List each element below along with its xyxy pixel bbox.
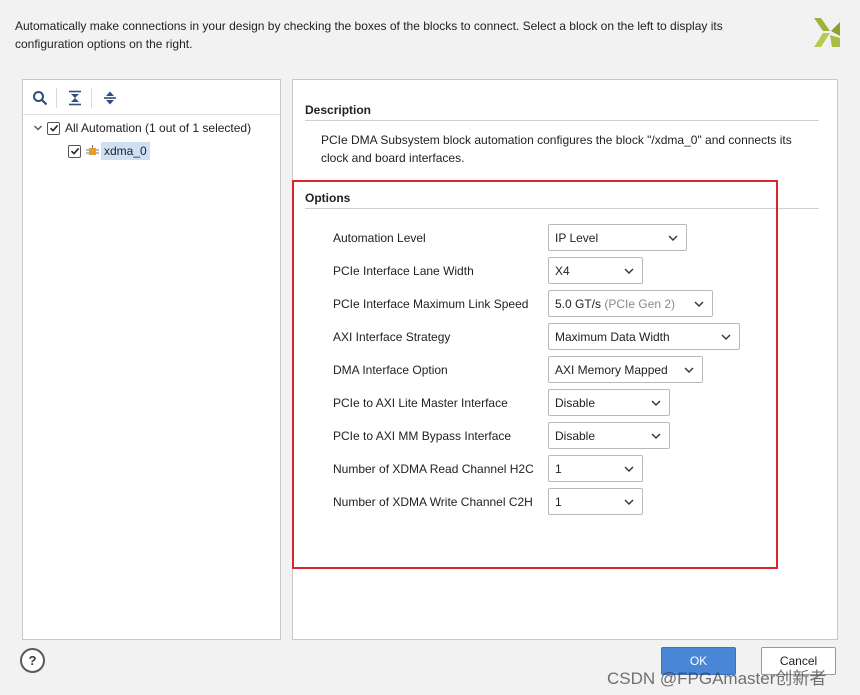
tree-item-all-automation[interactable]: All Automation (1 out of 1 selected) [31,118,251,138]
write-channel-c2h-value: 1 [555,494,562,509]
read-channel-h2c-value: 1 [555,461,562,476]
axi-mm-bypass-dropdown[interactable]: Disable [548,422,670,449]
option-label-write-channel-c2h: Number of XDMA Write Channel C2H [333,495,533,509]
tree-item-xdma-0[interactable]: xdma_0 [68,141,150,161]
configuration-panel: Description PCIe DMA Subsystem block aut… [292,79,838,640]
dma-interface-value: AXI Memory Mapped [555,362,668,377]
read-channel-h2c-dropdown[interactable]: 1 [548,455,643,482]
automation-level-value: IP Level [555,230,599,245]
intro-text: Automatically make connections in your d… [15,19,723,51]
link-speed-dropdown[interactable]: 5.0 GT/s (PCIe Gen 2) [548,290,713,317]
option-label-read-channel-h2c: Number of XDMA Read Channel H2C [333,462,534,476]
axi-strategy-dropdown[interactable]: Maximum Data Width [548,323,740,350]
xdma-0-label: xdma_0 [101,142,150,160]
xilinx-logo-icon [814,18,840,47]
chevron-down-icon [643,399,669,407]
axi-strategy-value: Maximum Data Width [555,329,670,344]
description-title: Description [305,103,372,117]
ip-block-icon [86,144,99,155]
chevron-down-icon [676,366,702,374]
search-button[interactable] [30,88,50,108]
axi-mm-bypass-value: Disable [555,428,596,443]
chevron-down-icon [713,333,739,341]
chevron-down-icon[interactable] [31,121,45,135]
checkmark-icon [70,147,79,155]
automation-tree-panel: All Automation (1 out of 1 selected) xdm… [22,79,281,640]
help-button[interactable]: ? [20,648,45,673]
option-label-axi-strategy: AXI Interface Strategy [333,330,451,344]
collapse-all-icon [69,90,81,106]
watermark-text: CSDN @FPGAmaster创新者 [607,669,827,688]
lane-width-value: X4 [555,263,570,278]
option-label-lane-width: PCIe Interface Lane Width [333,264,474,278]
all-automation-checkbox[interactable] [47,121,60,135]
automation-level-dropdown[interactable]: IP Level [548,224,687,251]
all-automation-label: All Automation (1 out of 1 selected) [65,121,252,135]
checkmark-icon [49,124,58,132]
link-speed-hint: (PCIe Gen 2) [604,296,676,311]
chevron-down-icon [686,300,712,308]
chevron-down-icon [616,498,642,506]
option-label-link-speed: PCIe Interface Maximum Link Speed [333,297,529,311]
axi-lite-master-value: Disable [555,395,596,410]
chevron-down-icon [616,267,642,275]
options-title: Options [305,191,351,205]
option-label-axi-lite-master: PCIe to AXI Lite Master Interface [333,396,508,410]
option-label-axi-mm-bypass: PCIe to AXI MM Bypass Interface [333,429,512,443]
expand-all-button[interactable] [100,88,120,108]
dma-interface-dropdown[interactable]: AXI Memory Mapped [548,356,703,383]
chevron-down-icon [660,234,686,242]
option-label-automation-level: Automation Level [333,231,426,245]
chevron-down-icon [616,465,642,473]
link-speed-value: 5.0 GT/s [555,296,602,311]
chevron-down-icon [643,432,669,440]
write-channel-c2h-dropdown[interactable]: 1 [548,488,643,515]
description-text: PCIe DMA Subsystem block automation conf… [321,133,792,165]
expand-all-icon [104,91,116,105]
axi-lite-master-dropdown[interactable]: Disable [548,389,670,416]
search-icon [33,91,48,106]
lane-width-dropdown[interactable]: X4 [548,257,643,284]
collapse-all-button[interactable] [65,88,85,108]
xdma-0-checkbox[interactable] [68,144,81,158]
option-label-dma-interface: DMA Interface Option [333,363,448,377]
tree-toolbar [23,80,280,115]
